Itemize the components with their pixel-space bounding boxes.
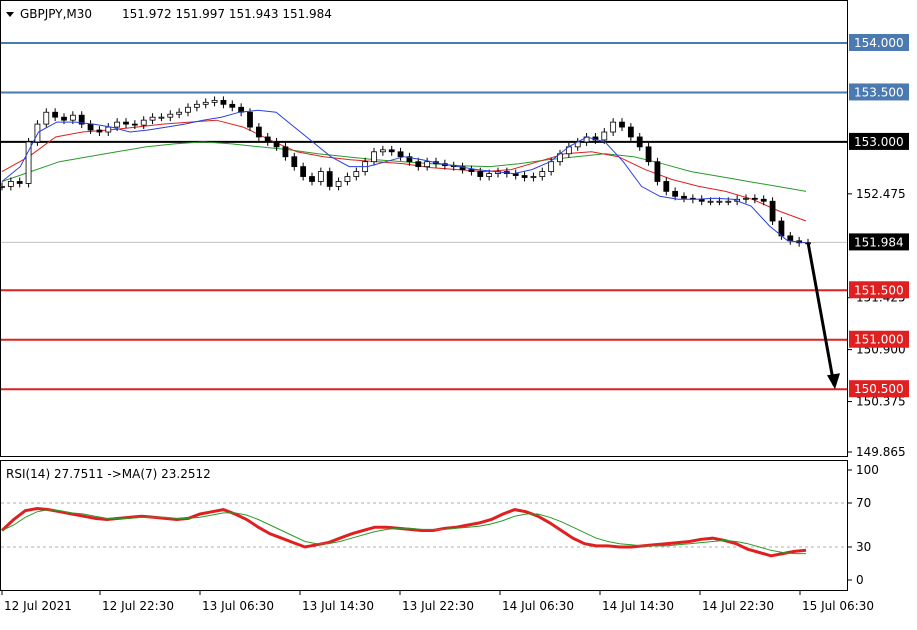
level-label: 151.984: [854, 235, 904, 249]
candle-body: [16, 181, 23, 184]
candle-body: [131, 123, 138, 126]
candle-body: [193, 103, 200, 108]
candle-body: [636, 136, 643, 148]
candle-body: [371, 151, 377, 163]
candle-body: [247, 111, 253, 128]
candle-body: [176, 111, 183, 115]
time-tick-label: 13 Jul 06:30: [202, 599, 274, 613]
level-label: 151.000: [854, 333, 904, 347]
candle-body: [601, 131, 608, 141]
candle-body: [521, 175, 528, 178]
time-tick-label: 13 Jul 14:30: [302, 599, 374, 613]
candle-body: [185, 106, 191, 113]
level-label: 153.000: [854, 135, 904, 149]
candle-body: [548, 161, 555, 172]
candle-body: [149, 116, 156, 121]
price-axis: 152.475151.425150.900150.375149.865154.0…: [847, 34, 909, 459]
candle-body: [69, 114, 76, 121]
time-axis: 12 Jul 2021 12 Jul 22:30 13 Jul 06:30 13 Ju…: [1, 590, 874, 613]
candle-body: [105, 126, 112, 133]
candle-body: [645, 146, 652, 163]
candle-body: [317, 171, 324, 182]
candle-body: [211, 99, 218, 103]
time-tick-label: 14 Jul 14:30: [602, 599, 674, 613]
rsi-label: RSI(14) 27.7511 ->MA(7) 23.2512: [6, 467, 211, 481]
candle-body: [654, 161, 661, 182]
candle-body: [751, 197, 758, 200]
candle-body: [220, 99, 227, 105]
level-label: 151.500: [854, 283, 904, 297]
candle-body: [87, 123, 94, 131]
candle-body: [140, 119, 147, 126]
level-label: 150.500: [854, 382, 904, 396]
candle-body: [725, 200, 732, 203]
candle-body: [619, 121, 625, 128]
rsi-tick-label: 100: [856, 463, 879, 477]
candle-body: [158, 116, 165, 119]
candle-body: [52, 111, 59, 118]
candle-body: [707, 200, 714, 203]
candle-body: [787, 235, 794, 242]
candle-body: [167, 113, 174, 118]
level-label: 154.000: [854, 36, 904, 50]
candle-body: [7, 181, 14, 187]
candle-body: [255, 126, 262, 138]
candle-body: [300, 166, 307, 177]
time-tick-label: 12 Jul 2021: [4, 599, 72, 613]
chart-svg[interactable]: 152.475151.425150.900150.375149.865154.0…: [0, 0, 917, 626]
candle-body: [769, 200, 776, 222]
candle-body: [291, 156, 298, 168]
candle-body: [681, 195, 687, 199]
candle-body: [672, 190, 679, 197]
candle-body: [43, 111, 50, 125]
candle-body: [379, 149, 386, 153]
candle-body: [539, 171, 546, 177]
candle-body: [326, 171, 333, 187]
candle-body: [610, 121, 617, 133]
rsi-tick-label: 0: [856, 573, 864, 587]
rsi-axis: 100 70 30 0: [847, 463, 879, 587]
candle-body: [114, 121, 121, 128]
time-tick-label: 14 Jul 22:30: [702, 599, 774, 613]
candle-body: [716, 200, 723, 203]
candle-body: [309, 176, 315, 182]
time-tick-label: 14 Jul 06:30: [502, 599, 574, 613]
candle-body: [486, 173, 493, 177]
candle-body: [123, 121, 129, 125]
candle-body: [344, 176, 351, 182]
candle-body: [273, 141, 280, 148]
time-tick-label: 15 Jul 06:30: [802, 599, 874, 613]
candle-body: [388, 149, 395, 153]
candle-body: [202, 101, 209, 105]
ohlc-values: 151.972 151.997 151.943 151.984: [122, 7, 332, 21]
candle-body: [282, 146, 289, 158]
candle-body: [0, 186, 5, 188]
time-tick-label: 13 Jul 22:30: [402, 599, 474, 613]
price-tick-label: 152.475: [856, 187, 906, 201]
candle-body: [229, 103, 236, 108]
candle-body: [415, 161, 422, 168]
candle-body: [627, 126, 634, 138]
candle-body: [424, 161, 431, 168]
candle-body: [760, 198, 767, 202]
rsi-tick-label: 30: [856, 540, 871, 554]
time-tick-label: 12 Jul 22:30: [102, 599, 174, 613]
candle-body: [61, 116, 67, 121]
candle-body: [477, 171, 484, 177]
rsi-tick-label: 70: [856, 496, 871, 510]
level-label: 153.500: [854, 85, 904, 99]
candle-body: [96, 129, 103, 133]
chart-root[interactable]: 152.475151.425150.900150.375149.865154.0…: [0, 0, 917, 626]
candle-body: [397, 151, 404, 158]
candle-body: [353, 171, 360, 177]
candle-body: [743, 197, 749, 200]
candle-body: [335, 181, 342, 187]
price-panel-frame: [0, 0, 848, 457]
candle-body: [663, 181, 670, 192]
candle-body: [264, 136, 271, 143]
candle-body: [530, 176, 537, 178]
symbol-label: GBPJPY,M30: [20, 7, 92, 21]
price-tick-label: 149.865: [856, 445, 906, 459]
candle-body: [468, 169, 475, 172]
